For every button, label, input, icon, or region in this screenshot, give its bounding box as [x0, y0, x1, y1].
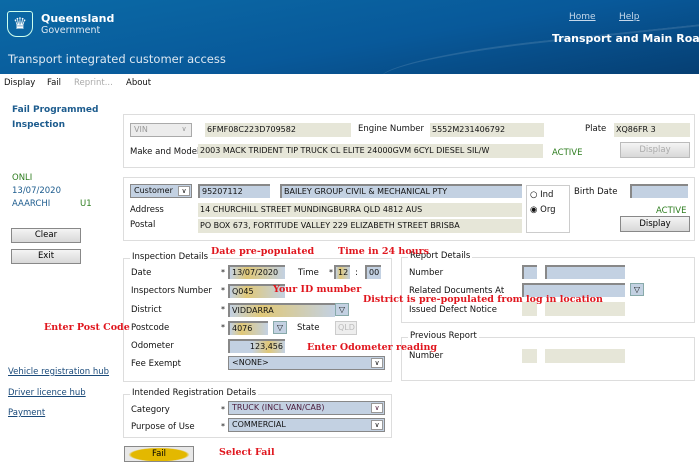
app-title: Transport integrated customer access [8, 52, 226, 66]
session-date: 13/07/2020 [12, 186, 61, 196]
purpose-of-use-label: Purpose of Use [131, 422, 195, 432]
chevron-down-icon: ∨ [181, 125, 187, 133]
mode-label: ONLI [12, 173, 33, 183]
department-name: Transport and Main Roads [552, 32, 699, 45]
annotation-fail: Select Fail [219, 447, 275, 458]
report-number-label: Number [409, 268, 444, 278]
postal-label: Postal [130, 220, 156, 230]
address-field: 14 CHURCHILL STREET MUNDINGBURRA QLD 481… [198, 203, 522, 217]
previous-number-field [545, 349, 625, 363]
vehicle-display-button: Display [620, 142, 690, 158]
annotation-odometer: Enter Odometer reading [307, 342, 437, 353]
date-field[interactable]: 13/07/2020 [228, 265, 285, 279]
fee-exempt-label: Fee Exempt [131, 359, 181, 369]
annotation-time: Time in 24 hours [338, 246, 429, 257]
plate-label: Plate [585, 124, 607, 134]
menu-fail[interactable]: Fail [47, 78, 61, 88]
engine-number-field: 5552M231406792 [430, 123, 544, 137]
previous-number-prefix-field [522, 349, 537, 363]
vehicle-registration-hub-link[interactable]: Vehicle registration hub [8, 367, 109, 377]
purpose-of-use-select[interactable]: COMMERCIAL ∨ [228, 418, 385, 432]
help-link[interactable]: Help [619, 12, 640, 22]
chevron-down-icon: ∨ [371, 420, 383, 430]
postcode-field[interactable]: 4076 [228, 321, 268, 335]
menu-about[interactable]: About [126, 78, 151, 88]
district-label: District [131, 305, 162, 315]
issued-defect-notice-label: Issued Defect Notice [409, 305, 497, 315]
state-field: QLD [335, 321, 357, 335]
annotation-district: District is pre-populated from log in lo… [363, 294, 603, 305]
chevron-down-icon: ∨ [371, 403, 383, 413]
chevron-down-icon: ∨ [178, 186, 190, 196]
fee-exempt-select[interactable]: <NONE> ∨ [228, 356, 385, 370]
district-lookup-icon[interactable]: ▽ [335, 303, 349, 316]
driver-licence-hub-link[interactable]: Driver licence hub [8, 388, 86, 398]
postcode-lookup-icon[interactable]: ▽ [273, 321, 287, 334]
category-label: Category [131, 405, 170, 415]
time-label: Time [298, 268, 319, 278]
home-link[interactable]: Home [569, 12, 596, 22]
exit-button[interactable]: Exit [11, 249, 81, 264]
annotation-postcode: Enter Post Code [44, 322, 130, 333]
customer-status: ACTIVE [656, 206, 687, 216]
user-id: AAARCHI [12, 199, 51, 209]
time-minute-field[interactable]: 00 [365, 265, 381, 279]
clear-button[interactable]: Clear [11, 228, 81, 243]
report-number-field[interactable] [545, 265, 625, 279]
birth-date-field[interactable] [630, 184, 688, 198]
vin-field: 6FMF08C223D709582 [205, 123, 351, 137]
org-name: Queensland [41, 12, 115, 25]
chevron-down-icon: ∨ [371, 358, 383, 368]
radio-ind[interactable]: ○ Ind [530, 190, 553, 200]
inspection-details-legend: Inspection Details [130, 252, 211, 262]
radio-org[interactable]: ◉ Org [530, 205, 556, 215]
date-label: Date [131, 268, 152, 278]
district-field[interactable]: VIDDARRA [228, 303, 335, 317]
birth-date-label: Birth Date [574, 187, 618, 197]
customer-display-button[interactable]: Display [620, 216, 690, 232]
postal-field: PO BOX 673, FORTITUDE VALLEY 229 ELIZABE… [198, 219, 522, 233]
customer-name-field[interactable]: BAILEY GROUP CIVIL & MECHANICAL PTY [280, 184, 522, 198]
page-title-line1: Fail Programmed [12, 105, 99, 115]
customer-number-field[interactable]: 95207112 [198, 184, 270, 198]
fail-button[interactable]: Fail [124, 446, 194, 462]
org-subname: Government [41, 25, 101, 36]
vehicle-id-type-select: VIN ∨ [130, 123, 192, 137]
inspector-number-label: Inspectors Number [131, 286, 212, 296]
address-label: Address [130, 205, 164, 215]
odometer-field[interactable]: 123,456 [228, 339, 285, 353]
annotation-id: Your ID mumber [273, 284, 362, 295]
menu-reprint: Reprint... [74, 78, 113, 88]
previous-report-legend: Previous Report [408, 331, 479, 341]
page-title-line2: Inspection [12, 120, 65, 130]
intended-registration-legend: Intended Registration Details [130, 388, 258, 398]
related-documents-lookup-icon[interactable]: ▽ [630, 283, 644, 296]
qld-coat-of-arms-logo: ♛ [7, 11, 33, 37]
make-model-field: 2003 MACK TRIDENT TIP TRUCK CL ELITE 240… [198, 144, 543, 158]
annotation-date: Date pre-populated [211, 246, 315, 257]
customer-type-select[interactable]: Customer ∨ [130, 184, 192, 198]
odometer-label: Odometer [131, 341, 174, 351]
vehicle-status: ACTIVE [552, 148, 583, 158]
make-model-label: Make and Model [130, 147, 200, 157]
report-number-prefix-field[interactable] [522, 265, 537, 279]
unit-id: U1 [80, 199, 92, 209]
menu-display[interactable]: Display [4, 78, 35, 88]
plate-field: XQ86FR 3 [614, 123, 690, 137]
postcode-label: Postcode [131, 323, 170, 333]
time-hour-field[interactable]: 12 [334, 265, 350, 279]
payment-link[interactable]: Payment [8, 408, 45, 418]
header-banner: ♛ Queensland Government Transport integr… [0, 0, 699, 98]
engine-number-label: Engine Number [358, 124, 424, 134]
state-label: State [297, 323, 320, 333]
category-select[interactable]: TRUCK (INCL VAN/CAB) ∨ [228, 401, 385, 415]
